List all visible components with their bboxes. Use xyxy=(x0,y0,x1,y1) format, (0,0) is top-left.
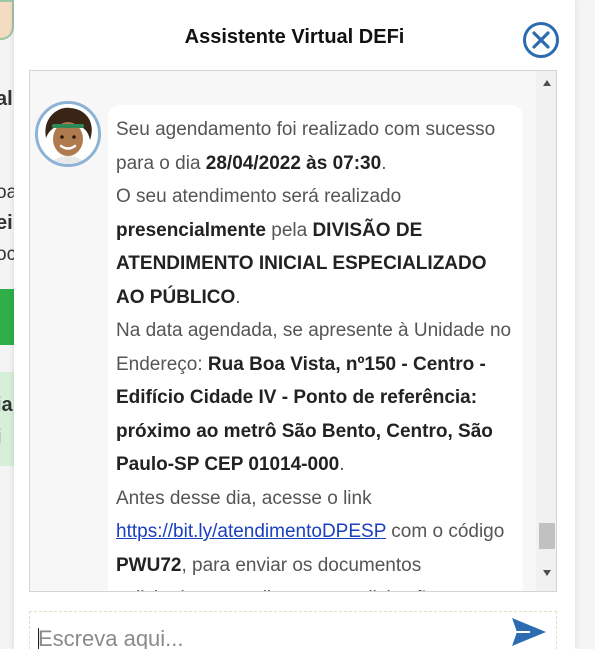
access-code: PWU72 xyxy=(116,554,182,576)
background-text: oa xyxy=(0,182,14,203)
message-scrollbar[interactable] xyxy=(536,71,556,591)
send-icon xyxy=(512,618,546,646)
message-text: Antes desse dia, acesse o link xyxy=(116,487,372,509)
message-paragraph: Seu agendamento foi realizado com sucess… xyxy=(116,113,515,180)
background-text: al xyxy=(0,88,13,110)
scroll-down-button[interactable] xyxy=(536,569,556,581)
close-button[interactable] xyxy=(523,22,559,58)
message-text: O seu atendimento será realizado xyxy=(116,186,402,207)
message-text: . xyxy=(381,152,387,174)
attendance-mode: presencialmente xyxy=(116,219,266,241)
message-text: pela xyxy=(265,219,313,241)
background-green-button xyxy=(0,289,14,345)
message-text: . xyxy=(235,286,241,308)
background-text: ei xyxy=(0,212,13,234)
chat-title: Assistente Virtual DEFi xyxy=(184,26,405,48)
scroll-thumb[interactable] xyxy=(539,523,555,549)
send-button[interactable] xyxy=(510,616,548,648)
background-page: al oa ei oc ia i xyxy=(0,0,14,649)
message-composer xyxy=(29,611,557,649)
appointment-datetime: 28/04/2022 às 07:30 xyxy=(205,152,382,174)
background-text: i xyxy=(0,426,2,449)
close-icon xyxy=(532,31,550,49)
message-paragraph: Antes desse dia, acesse o link https://b… xyxy=(116,482,515,592)
background-avatar xyxy=(0,0,14,40)
document-upload-link[interactable]: https://bit.ly/atendimentoDPESP xyxy=(116,521,386,542)
background-text: oc xyxy=(0,244,14,265)
background-info-box: ia i xyxy=(0,372,14,466)
chat-window: Assistente Virtual DEFi Seu agendamento … xyxy=(14,0,575,649)
background-text: ia xyxy=(0,394,13,416)
message-input[interactable] xyxy=(38,626,498,649)
message-paragraph: O seu atendimento será realizado presenc… xyxy=(116,180,515,314)
chat-header: Assistente Virtual DEFi xyxy=(14,0,575,70)
message-text: com o código xyxy=(386,521,505,542)
text-caret xyxy=(38,628,39,649)
page-edge xyxy=(575,0,595,649)
message-text: . xyxy=(339,454,345,475)
scroll-up-icon xyxy=(542,80,551,86)
scroll-up-button[interactable] xyxy=(536,79,556,91)
assistant-avatar xyxy=(35,101,101,167)
message-paragraph: Na data agendada, se apresente à Unidade… xyxy=(116,314,515,482)
scroll-down-icon xyxy=(542,570,551,576)
assistant-message-bubble: Seu agendamento foi realizado com sucess… xyxy=(108,105,523,592)
message-list[interactable]: Seu agendamento foi realizado com sucess… xyxy=(29,70,557,592)
